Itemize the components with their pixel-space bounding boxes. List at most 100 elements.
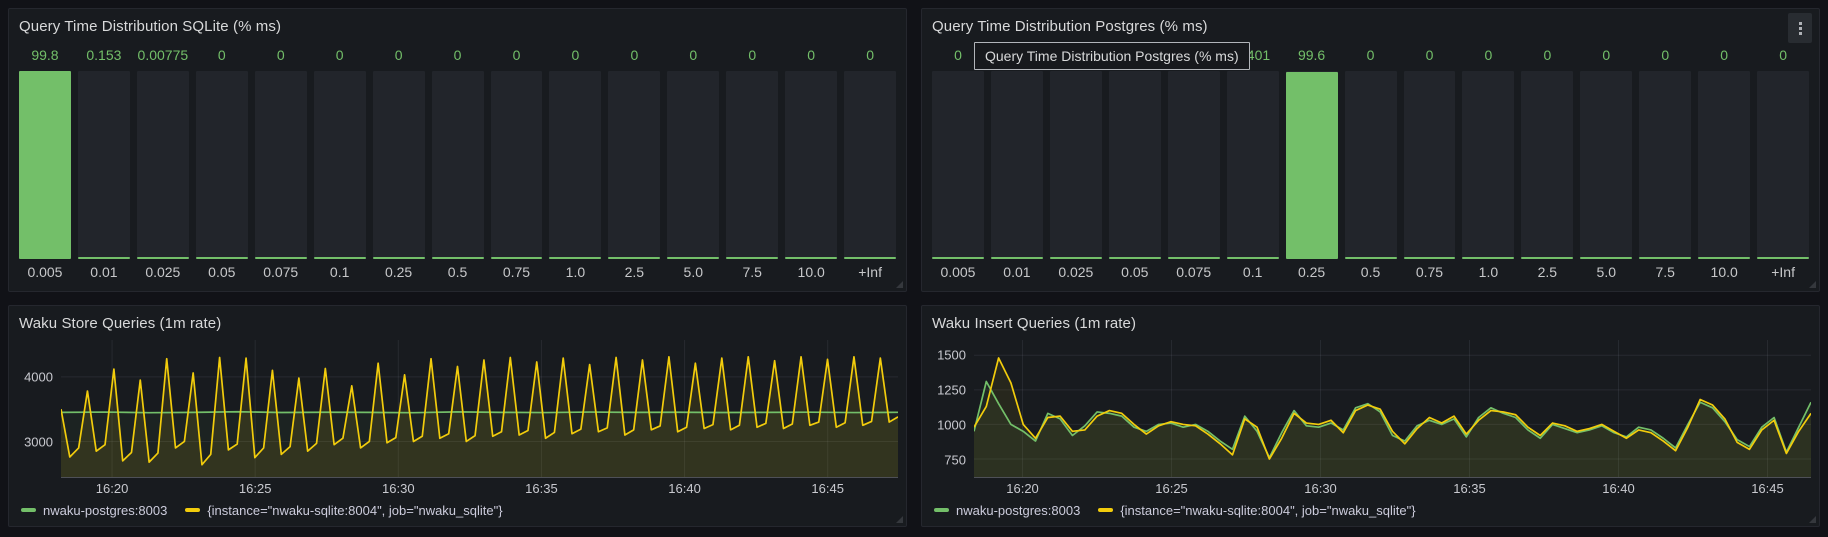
bar-value: 0	[726, 43, 778, 71]
bar-track[interactable]	[932, 71, 984, 259]
bar-fill	[932, 257, 984, 259]
bar-bucket-label: 0.01	[991, 261, 1043, 285]
bar-track[interactable]	[1698, 71, 1750, 259]
bar-track[interactable]	[255, 71, 307, 259]
y-tick-label: 4000	[24, 370, 53, 385]
bar-value: 0	[844, 43, 896, 71]
bar-bucket-label: 0.25	[1286, 261, 1338, 285]
bar-track[interactable]	[1168, 71, 1220, 259]
bar-bucket-label: 0.05	[1109, 261, 1161, 285]
bar-track[interactable]	[785, 71, 837, 259]
bar-track[interactable]	[1286, 71, 1338, 259]
bar-fill	[1404, 257, 1456, 259]
bar-fill	[549, 257, 601, 259]
bar-bucket-label: 0.05	[196, 261, 248, 285]
bar-value: 0	[667, 43, 719, 71]
bar-bucket-label: 2.5	[608, 261, 660, 285]
series-line[interactable]	[61, 412, 898, 413]
bar-value: 0	[491, 43, 543, 71]
bar-track[interactable]	[667, 71, 719, 259]
bar-bucket-label: 0.005	[932, 261, 984, 285]
bar-fill	[1521, 257, 1573, 259]
bar-track[interactable]	[432, 71, 484, 259]
bar-fill	[1757, 257, 1809, 259]
bar-track[interactable]	[1404, 71, 1456, 259]
y-tick-label: 750	[944, 452, 966, 467]
y-tick-label: 1500	[937, 348, 966, 363]
bar-fill	[78, 257, 130, 259]
y-tick-label: 1000	[937, 418, 966, 433]
bar-fill	[314, 257, 366, 259]
bar-track[interactable]	[991, 71, 1043, 259]
x-tick-label: 16:25	[1155, 481, 1188, 496]
bar-track[interactable]	[1521, 71, 1573, 259]
legend-item-sqlite[interactable]: {instance="nwaku-sqlite:8004", job="nwak…	[185, 503, 502, 518]
x-axis: 16:2016:2516:3016:3516:4016:45	[974, 478, 1811, 498]
bar-value: 0	[1462, 43, 1514, 71]
panel-title-tooltip: Query Time Distribution Postgres (% ms)	[974, 42, 1250, 70]
bar-track[interactable]	[314, 71, 366, 259]
bar-value: 99.8	[19, 43, 71, 71]
bar-track[interactable]	[1227, 71, 1279, 259]
bar-track[interactable]	[844, 71, 896, 259]
bar-track[interactable]	[608, 71, 660, 259]
legend-item-sqlite[interactable]: {instance="nwaku-sqlite:8004", job="nwak…	[1098, 503, 1415, 518]
bar-bucket-label: +Inf	[844, 261, 896, 285]
bar-value: 0.153	[78, 43, 130, 71]
legend-item-postgres[interactable]: nwaku-postgres:8003	[934, 503, 1080, 518]
bar-fill	[785, 257, 837, 259]
bar-fill	[137, 257, 189, 259]
bar-bucket-label: 5.0	[667, 261, 719, 285]
panel-query-time-sqlite: Query Time Distribution SQLite (% ms) 99…	[8, 8, 907, 292]
bar-track[interactable]	[549, 71, 601, 259]
x-tick-label: 16:40	[668, 481, 701, 496]
panel-title[interactable]: Waku Store Queries (1m rate)	[19, 315, 221, 332]
panel-title[interactable]: Query Time Distribution SQLite (% ms)	[19, 18, 281, 35]
x-tick-label: 16:35	[525, 481, 558, 496]
bar-fill	[1109, 257, 1161, 259]
bar-track[interactable]	[19, 71, 71, 259]
x-tick-label: 16:30	[382, 481, 415, 496]
bar-fill	[667, 257, 719, 259]
bar-track[interactable]	[1109, 71, 1161, 259]
bar-track[interactable]	[1639, 71, 1691, 259]
bar-bucket-label: 0.025	[1050, 261, 1102, 285]
bar-fill	[991, 257, 1043, 259]
bar-value: 0	[1698, 43, 1750, 71]
bar-fill	[726, 257, 778, 259]
bar-track[interactable]	[78, 71, 130, 259]
panel-title[interactable]: Query Time Distribution Postgres (% ms)	[932, 18, 1208, 35]
bar-track[interactable]	[373, 71, 425, 259]
bar-fill	[1286, 72, 1338, 259]
bar-fill	[1639, 257, 1691, 259]
bar-bucket-label: 0.25	[373, 261, 425, 285]
x-tick-label: 16:45	[1751, 481, 1784, 496]
bar-value: 0	[255, 43, 307, 71]
bar-bucket-label: 2.5	[1521, 261, 1573, 285]
bar-track[interactable]	[1580, 71, 1632, 259]
bar-track[interactable]	[1462, 71, 1514, 259]
bar-track[interactable]	[1757, 71, 1809, 259]
bar-fill	[608, 257, 660, 259]
series-fill	[974, 358, 1811, 477]
bar-track[interactable]	[1345, 71, 1397, 259]
bar-fill	[1580, 257, 1632, 259]
legend: nwaku-postgres:8003 {instance="nwaku-sql…	[17, 498, 898, 522]
panel-menu-kebab-icon[interactable]	[1788, 13, 1812, 43]
panel-waku-insert-queries: Waku Insert Queries (1m rate) 7501000125…	[921, 305, 1820, 527]
bar-track[interactable]	[1050, 71, 1102, 259]
plot-area[interactable]	[974, 340, 1811, 478]
bar-bucket-label: 1.0	[549, 261, 601, 285]
bar-track[interactable]	[491, 71, 543, 259]
x-tick-label: 16:25	[239, 481, 272, 496]
legend-item-postgres[interactable]: nwaku-postgres:8003	[21, 503, 167, 518]
bar-track[interactable]	[196, 71, 248, 259]
bar-track[interactable]	[726, 71, 778, 259]
legend: nwaku-postgres:8003 {instance="nwaku-sql…	[930, 498, 1811, 522]
bar-track[interactable]	[137, 71, 189, 259]
bar-bucket-label: 0.01	[78, 261, 130, 285]
panel-title[interactable]: Waku Insert Queries (1m rate)	[932, 315, 1136, 332]
plot-area[interactable]	[61, 340, 898, 478]
bar-value: 0	[1345, 43, 1397, 71]
bar-value: 0	[1580, 43, 1632, 71]
